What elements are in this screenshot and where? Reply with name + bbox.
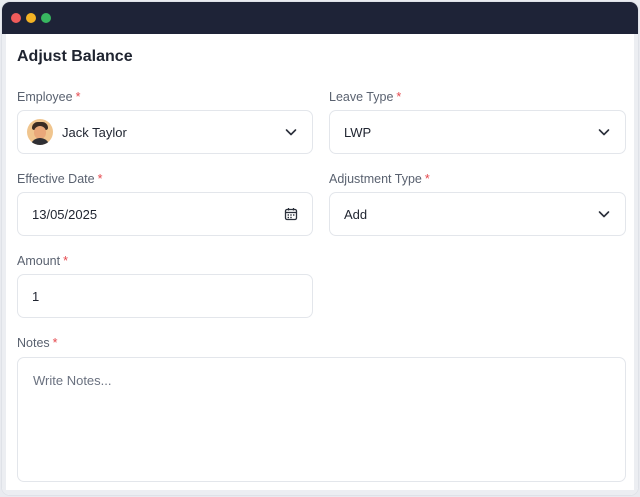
close-window-button[interactable] [11,13,21,23]
effective-date-value: 13/05/2025 [32,206,98,222]
maximize-window-button[interactable] [41,13,51,23]
employee-value: Jack Taylor [62,124,127,140]
employee-label: Employee * [17,90,81,104]
chevron-down-icon [598,129,610,136]
adjustment-type-value: Add [344,206,368,222]
effective-date-label: Effective Date * [17,172,103,186]
chevron-down-icon [598,211,610,218]
notes-textarea[interactable]: Write Notes... [17,357,626,482]
adjustment-type-label: Adjustment Type * [329,172,430,186]
adjust-balance-form: Adjust Balance Employee * Jack Taylor Lea… [2,34,638,495]
effective-date-input[interactable]: 13/05/2025 [17,192,313,236]
adjustment-type-select[interactable]: Add [329,192,626,236]
notes-label: Notes * [17,336,58,350]
leave-type-value: LWP [344,124,372,140]
minimize-window-button[interactable] [26,13,36,23]
leave-type-label: Leave Type * [329,90,402,104]
amount-input[interactable]: 1 [17,274,313,318]
page-title: Adjust Balance [17,48,133,65]
title-bar [2,2,638,34]
amount-label: Amount * [17,254,68,268]
app-window: Adjust Balance Employee * Jack Taylor Lea… [1,1,639,496]
leave-type-select[interactable]: LWP [329,110,626,154]
employee-select[interactable]: Jack Taylor [17,110,313,154]
notes-placeholder: Write Notes... [33,373,112,388]
avatar [27,119,53,145]
amount-value: 1 [32,288,40,304]
calendar-icon[interactable] [284,207,298,221]
chevron-down-icon [285,129,297,136]
